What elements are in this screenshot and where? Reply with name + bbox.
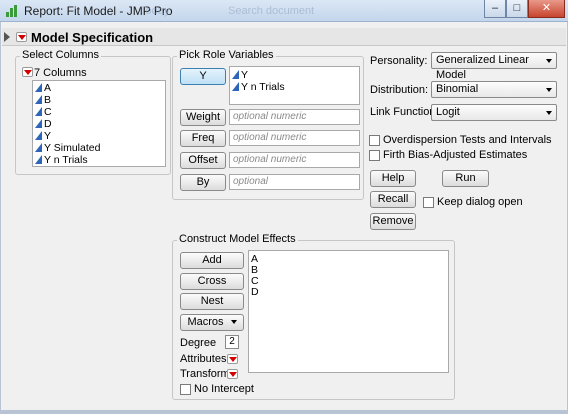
remove-button[interactable]: Remove [370,213,416,230]
distribution-label: Distribution: [370,84,429,96]
continuous-column-icon [35,131,42,140]
continuous-column-icon [35,143,42,152]
attributes-red-triangle-icon[interactable] [227,354,238,364]
chevron-down-icon [546,59,552,63]
weight-field[interactable]: optional numeric [229,109,360,125]
cross-button[interactable]: Cross [180,273,244,290]
overdispersion-checkbox[interactable] [369,135,380,146]
list-item[interactable]: D [251,286,259,298]
list-item[interactable]: A [35,82,51,94]
offset-field[interactable]: optional numeric [229,152,360,168]
select-columns-label: Select Columns [20,49,102,61]
no-intercept-label: No Intercept [194,383,254,395]
transform-red-triangle-icon[interactable] [227,369,238,379]
disclosure-icon[interactable] [4,32,10,42]
by-role-button[interactable]: By [180,174,226,191]
list-item[interactable]: Y n Trials [232,81,285,93]
personality-select[interactable]: Generalized Linear Model [431,52,557,81]
attributes-label: Attributes [180,353,227,365]
model-effects-list[interactable]: A B C D [248,250,449,373]
degree-input[interactable]: 2 [225,335,239,349]
continuous-column-icon [232,82,239,91]
no-intercept-checkbox[interactable] [180,384,191,395]
column-count-label: 7 Columns [34,67,87,79]
continuous-column-icon [35,83,42,92]
list-item[interactable]: D [35,118,52,130]
keep-dialog-checkbox[interactable] [423,197,434,208]
recall-button[interactable]: Recall [370,191,416,208]
chevron-down-icon [546,111,552,115]
freq-field[interactable]: optional numeric [229,130,360,146]
by-field[interactable]: optional [229,174,360,190]
offset-role-button[interactable]: Offset [180,152,226,169]
firth-label: Firth Bias-Adjusted Estimates [383,149,528,161]
link-function-select[interactable]: Logit [431,104,557,121]
freq-role-button[interactable]: Freq [180,130,226,147]
background-search-text: Search document [228,5,315,17]
y-role-list[interactable]: Y Y n Trials [229,66,360,105]
list-item[interactable]: C [35,106,52,118]
list-item[interactable]: B [35,94,51,106]
chevron-down-icon [546,88,552,92]
macros-button[interactable]: Macros [180,314,244,331]
keep-dialog-label: Keep dialog open [437,196,523,208]
close-button[interactable]: ✕ [528,0,565,18]
page-title: Model Specification [31,30,154,45]
overdispersion-label: Overdispersion Tests and Intervals [383,134,552,146]
construct-effects-label: Construct Model Effects [177,233,298,245]
distribution-select[interactable]: Binomial [431,81,557,98]
columns-red-triangle-icon[interactable] [22,67,33,77]
window-titlebar: Report: Fit Model - JMP Pro Today Search… [0,0,568,22]
transform-label: Transform [180,368,230,380]
jmp-report-icon [6,5,17,17]
personality-label: Personality: [370,55,428,67]
firth-checkbox[interactable] [369,150,380,161]
maximize-button[interactable]: □ [506,0,528,18]
help-button[interactable]: Help [370,170,416,187]
nest-button[interactable]: Nest [180,293,244,310]
minimize-button[interactable]: – [484,0,506,18]
add-button[interactable]: Add [180,252,244,269]
list-item[interactable]: Y Simulated [35,142,100,154]
list-item[interactable]: Y [35,130,51,142]
list-item[interactable]: Y n Trials [35,154,88,166]
link-function-label: Link Function [370,106,436,118]
chevron-down-icon [230,320,237,324]
list-item[interactable]: Y [232,69,248,81]
continuous-column-icon [232,70,239,79]
window-bottom-edge [0,410,568,414]
y-role-button[interactable]: Y [180,68,226,85]
continuous-column-icon [35,95,42,104]
run-button[interactable]: Run [442,170,489,187]
red-triangle-menu-icon[interactable] [16,32,27,42]
degree-label: Degree [180,337,217,349]
weight-role-button[interactable]: Weight [180,109,226,126]
column-list[interactable]: A B C D Y Y Simulated Y n Trials [32,80,166,167]
continuous-column-icon [35,107,42,116]
background-tab-text: Today [140,5,170,17]
continuous-column-icon [35,119,42,128]
pick-roles-label: Pick Role Variables [177,49,276,61]
continuous-column-icon [35,155,42,164]
